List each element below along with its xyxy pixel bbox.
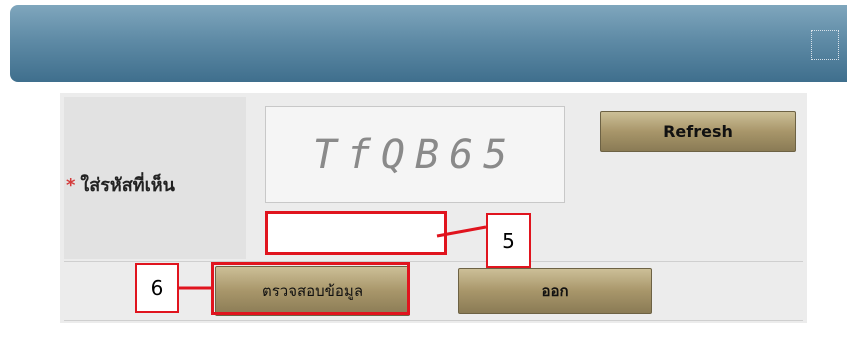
callout-5: 5: [486, 213, 531, 268]
callout-6: 6: [135, 263, 179, 313]
callout-line-5: [436, 225, 487, 238]
callout-lines: [175, 225, 487, 290]
